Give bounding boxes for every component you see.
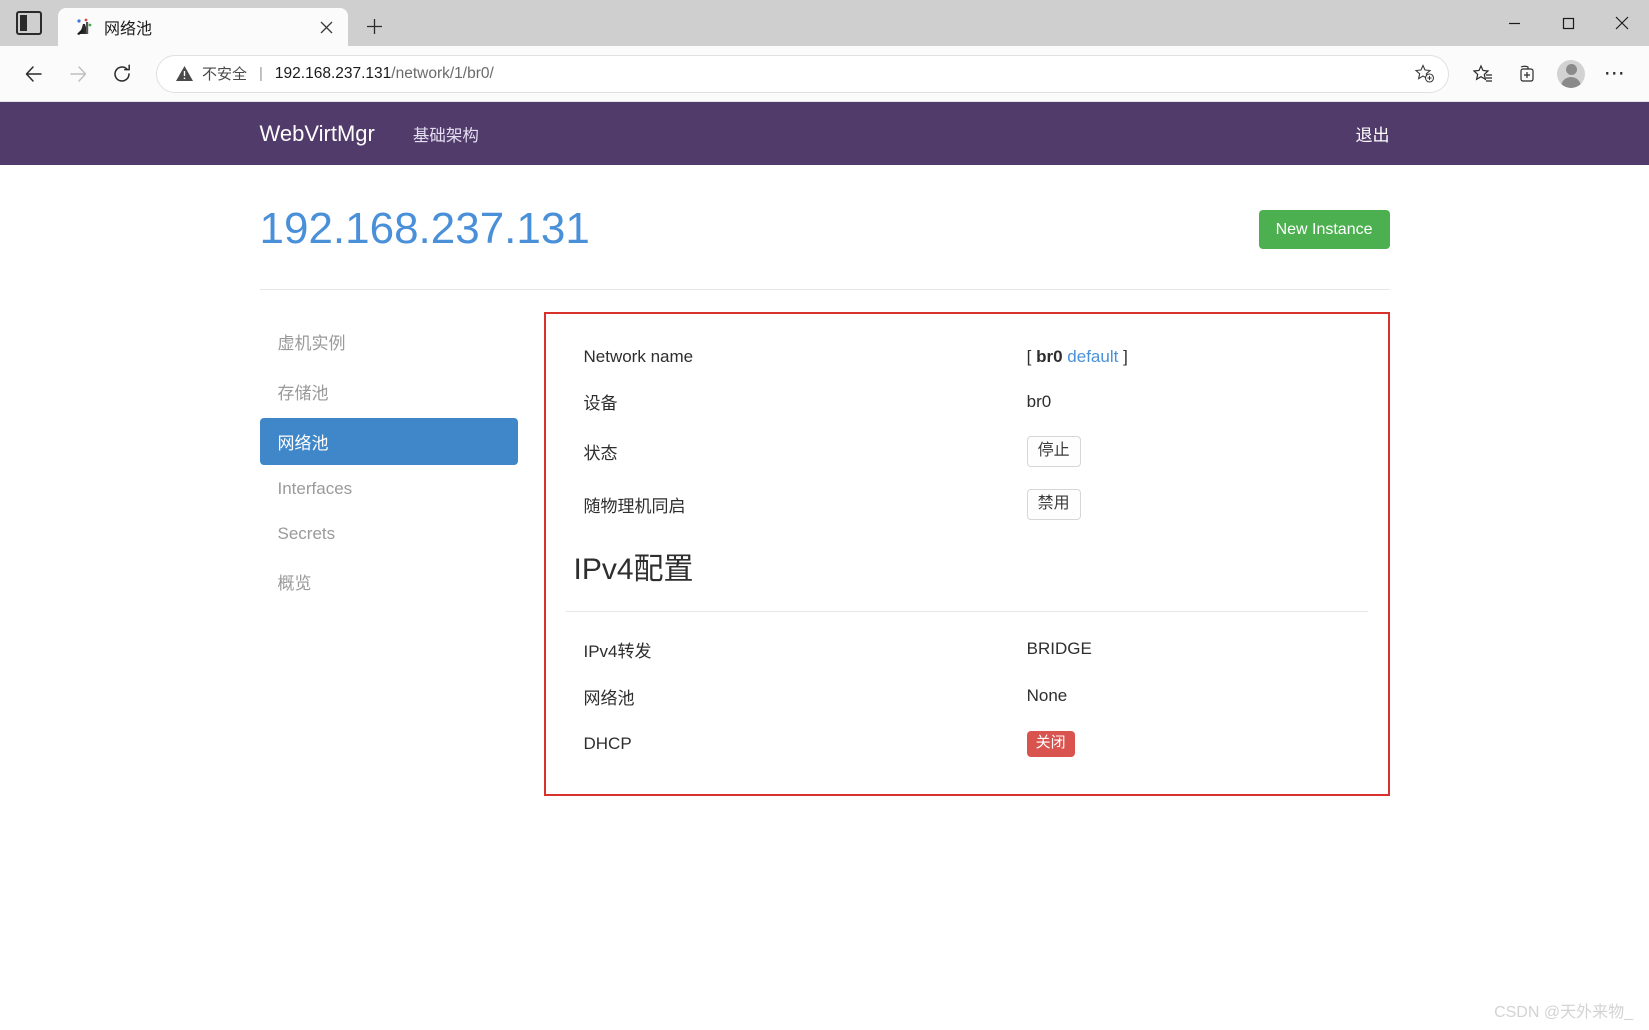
row-label-autostart: 随物理机同启 <box>583 497 686 517</box>
nav-link-infrastructure[interactable]: 基础架构 <box>413 122 479 146</box>
sidebar-item-secrets[interactable]: Secrets <box>260 513 518 555</box>
app-navbar: WebVirtMgr 基础架构 退出 <box>0 102 1649 165</box>
forward-arrow-icon[interactable] <box>58 54 98 94</box>
insecure-warning-icon <box>175 64 194 83</box>
logout-link[interactable]: 退出 <box>1356 126 1390 145</box>
profile-avatar-icon[interactable] <box>1551 54 1591 94</box>
row-label-device: 设备 <box>583 394 618 414</box>
row-value-ipv4-forward: BRIDGE <box>1026 639 1092 659</box>
omnibox-separator: | <box>259 65 263 82</box>
window-close-icon[interactable] <box>1595 0 1649 46</box>
row-value-state: 停止 <box>1023 425 1368 478</box>
browser-tab-title: 网络池 <box>104 21 153 38</box>
watermark: CSDN @天外来物_ <box>1494 1004 1633 1021</box>
bracket-open: [ <box>1026 347 1032 367</box>
security-status-label: 不安全 <box>202 66 248 83</box>
table-row: 随物理机同启 禁用 <box>566 478 1368 531</box>
bracket-close: ] <box>1123 347 1128 367</box>
favorites-star-list-icon[interactable] <box>1463 54 1503 94</box>
sidebar-item-networks[interactable]: 网络池 <box>259 418 518 466</box>
network-detail-table: Network name [ br0 default ] 设备 br0 状态 停… <box>566 336 1368 531</box>
maximize-icon[interactable] <box>1541 0 1595 46</box>
row-label-network-name: Network name <box>583 347 694 367</box>
dhcp-status-badge: 关闭 <box>1026 730 1075 757</box>
row-label-dhcp: DHCP <box>583 733 632 753</box>
address-bar-url: 192.168.237.131/network/1/br0/ <box>275 65 1408 83</box>
sidebar-item-interfaces[interactable]: Interfaces <box>260 468 518 510</box>
ipv4-section-divider <box>565 610 1368 612</box>
ipv4-detail-table: IPv4转发 BRIDGE 网络池 None DHCP 关闭 <box>566 626 1368 768</box>
row-value-network-pool: None <box>1026 686 1068 706</box>
row-label-ipv4-forward: IPv4转发 <box>583 641 652 661</box>
collections-add-icon[interactable] <box>1507 54 1547 94</box>
ellipsis-glyph: ⋯ <box>1603 62 1627 85</box>
table-row: 设备 br0 <box>566 378 1368 425</box>
url-path: /network/1/br0/ <box>391 64 494 82</box>
sidebar-item-instances[interactable]: 虚机实例 <box>260 318 518 365</box>
disable-autostart-button[interactable]: 禁用 <box>1026 489 1081 521</box>
add-favorite-star-icon[interactable] <box>1408 58 1440 90</box>
reload-icon[interactable] <box>102 54 142 94</box>
table-row: Network name [ br0 default ] <box>566 336 1368 378</box>
page-header: 192.168.237.131 New Instance <box>259 204 1390 267</box>
browser-toolbar: 不安全 | 192.168.237.131/network/1/br0/ ⋯ <box>0 46 1649 102</box>
tab-list-icon <box>16 11 42 35</box>
window-controls <box>1487 0 1649 46</box>
stop-button[interactable]: 停止 <box>1026 436 1081 468</box>
network-name-value: br0 <box>1036 347 1063 367</box>
page-title: 192.168.237.131 <box>259 204 590 253</box>
tab-list-button[interactable] <box>0 0 58 46</box>
minimize-icon[interactable] <box>1487 0 1541 46</box>
row-value-autostart: 禁用 <box>1023 478 1368 531</box>
page-container: 192.168.237.131 New Instance 虚机实例 存储池 网络… <box>259 165 1390 796</box>
sidebar-item-storages[interactable]: 存储池 <box>260 368 518 415</box>
more-options-icon[interactable]: ⋯ <box>1595 54 1635 94</box>
browser-titlebar: 网络池 <box>0 0 1649 46</box>
navbar-right: 退出 <box>1356 121 1390 146</box>
url-host: 192.168.237.131 <box>274 64 392 82</box>
page-viewport: WebVirtMgr 基础架构 退出 192.168.237.131 New I… <box>0 102 1649 1030</box>
table-row: 状态 停止 <box>566 425 1368 478</box>
browser-window: 网络池 不安全 | 192.168.237.131/network/1/br0/… <box>0 0 1649 1030</box>
row-label-network-pool: 网络池 <box>583 688 635 708</box>
page-body: 虚机实例 存储池 网络池 Interfaces Secrets 概览 Netwo… <box>259 290 1390 796</box>
row-value-dhcp: 关闭 <box>1023 720 1368 768</box>
network-default-tag[interactable]: default <box>1067 347 1118 366</box>
table-row: IPv4转发 BRIDGE <box>566 626 1368 673</box>
ipv4-section-title: IPv4配置 <box>573 553 694 587</box>
new-tab-plus-icon[interactable] <box>356 8 392 44</box>
table-row: DHCP 关闭 <box>566 720 1368 768</box>
row-value-device: br0 <box>1026 391 1052 411</box>
avatar <box>1557 59 1585 88</box>
browser-tab[interactable]: 网络池 <box>58 8 348 46</box>
new-instance-button[interactable]: New Instance <box>1258 209 1390 249</box>
network-detail-highlight-box: Network name [ br0 default ] 设备 br0 状态 停… <box>543 312 1390 796</box>
close-icon[interactable] <box>312 13 340 41</box>
back-arrow-icon[interactable] <box>14 54 54 94</box>
content-panel: Network name [ br0 default ] 设备 br0 状态 停… <box>518 312 1390 796</box>
sidebar-nav: 虚机实例 存储池 网络池 Interfaces Secrets 概览 <box>259 312 518 795</box>
row-label-state: 状态 <box>583 444 618 464</box>
row-value-network-name: [ br0 default ] <box>1023 336 1368 378</box>
app-brand[interactable]: WebVirtMgr <box>260 121 375 147</box>
table-row: 网络池 None <box>566 673 1368 720</box>
address-bar[interactable]: 不安全 | 192.168.237.131/network/1/br0/ <box>156 54 1449 93</box>
webvirtmgr-favicon <box>74 17 94 37</box>
sidebar-item-overview[interactable]: 概览 <box>260 558 518 605</box>
